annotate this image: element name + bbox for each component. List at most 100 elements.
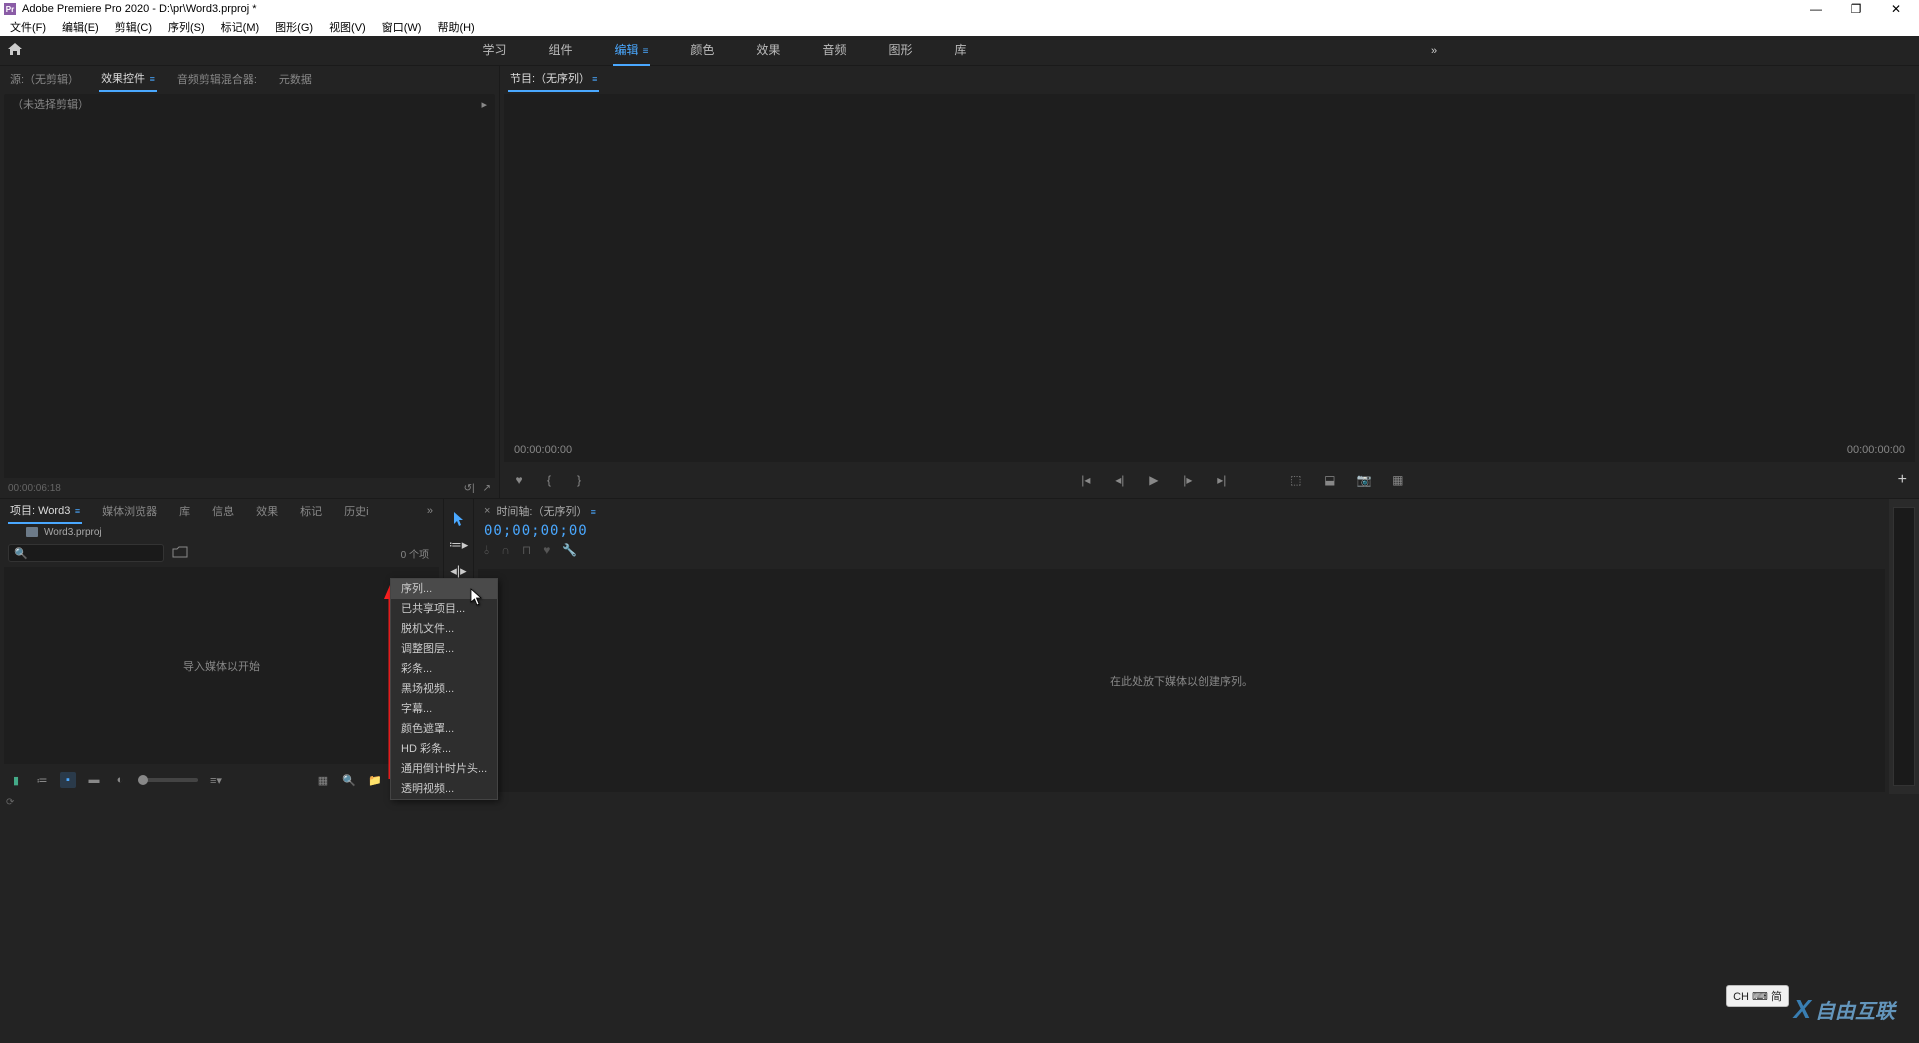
source-panel-tab[interactable]: 源:（无剪辑）: [8, 67, 81, 91]
program-tab[interactable]: 节目:（无序列）≡: [508, 66, 599, 92]
program-monitor[interactable]: 00:00:00:00 00:00:00:00: [504, 94, 1915, 462]
minimize-button[interactable]: —: [1809, 2, 1823, 16]
lift-icon[interactable]: ⬚: [1289, 473, 1303, 487]
workspace-overflow[interactable]: »: [1419, 45, 1449, 57]
ripple-edit-tool-icon[interactable]: ◂|▸: [449, 563, 469, 579]
automate-seq-icon[interactable]: ▦: [315, 774, 331, 787]
home-button[interactable]: [0, 42, 30, 59]
menu-item[interactable]: 编辑(E): [56, 19, 105, 35]
context-menu-item[interactable]: 序列...: [391, 579, 497, 599]
project-panel-tab[interactable]: 效果: [254, 499, 280, 523]
statusbar: ⟳: [0, 794, 1919, 810]
project-panel-tab[interactable]: 历史i: [342, 499, 370, 523]
wrench-icon[interactable]: 🔧: [562, 543, 577, 558]
step-forward-icon[interactable]: |▸: [1181, 473, 1195, 487]
sort-icon[interactable]: ◐: [112, 774, 128, 786]
freeform-view-icon[interactable]: ▪: [60, 772, 76, 788]
selection-tool-icon[interactable]: [449, 511, 469, 527]
export-frame-icon[interactable]: 📷: [1357, 473, 1371, 487]
source-panel-tab[interactable]: 效果控件 ≡: [99, 66, 157, 92]
menubar: 文件(F)编辑(E)剪辑(C)序列(S)标记(M)图形(G)视图(V)窗口(W)…: [0, 18, 1919, 36]
panel-menu-icon[interactable]: ▸: [481, 98, 487, 111]
icon-view-icon[interactable]: ≔: [34, 774, 50, 787]
menu-item[interactable]: 视图(V): [323, 19, 372, 35]
timeline-timecode[interactable]: 00;00;00;00: [484, 523, 1879, 539]
project-panel-tab[interactable]: 库: [177, 499, 192, 523]
workspace-tab[interactable]: 库: [952, 35, 968, 66]
source-panel-tab[interactable]: 音频剪辑混合器:: [175, 67, 259, 91]
search-input[interactable]: 🔍: [8, 544, 164, 562]
folder-icon: [26, 527, 38, 537]
ime-indicator[interactable]: CH ⌨ 简: [1726, 985, 1789, 1007]
maximize-button[interactable]: ❐: [1849, 2, 1863, 16]
project-bin[interactable]: 导入媒体以开始: [4, 567, 439, 764]
menu-item[interactable]: 文件(F): [4, 19, 52, 35]
app-icon: Pr: [4, 3, 16, 15]
snap-icon[interactable]: ⫰: [484, 543, 489, 558]
close-button[interactable]: ✕: [1889, 2, 1903, 16]
bin-toggle-icon[interactable]: [172, 546, 190, 560]
comparison-view-icon[interactable]: ▦: [1391, 473, 1405, 487]
add-button-icon[interactable]: +: [1898, 471, 1907, 489]
source-timecode: 00:00:06:18: [8, 483, 61, 494]
program-time-left: 00:00:00:00: [514, 444, 572, 456]
workspace-tab[interactable]: 图形: [886, 35, 914, 66]
menu-item[interactable]: 图形(G): [269, 19, 319, 35]
window-titlebar: Pr Adobe Premiere Pro 2020 - D:\pr\Word3…: [0, 0, 1919, 18]
project-tabs-overflow[interactable]: »: [425, 501, 435, 521]
project-panel-tab[interactable]: 项目: Word3 ≡: [8, 498, 82, 524]
context-menu-item[interactable]: 已共享项目...: [391, 599, 497, 619]
thumbnail-view-icon[interactable]: ▬: [86, 774, 102, 786]
marker-add-icon[interactable]: ⊓: [522, 543, 531, 558]
context-menu-item[interactable]: 脱机文件...: [391, 619, 497, 639]
workspace-tab[interactable]: 颜色: [688, 35, 716, 66]
context-menu-item[interactable]: 通用倒计时片头...: [391, 759, 497, 779]
sort-menu-icon[interactable]: ≡▾: [208, 774, 224, 787]
settings-icon[interactable]: ♥: [543, 543, 550, 558]
linked-selection-icon[interactable]: ∩: [501, 543, 510, 558]
track-select-tool-icon[interactable]: ≔▸: [449, 537, 469, 553]
loop-icon[interactable]: ↺|: [464, 483, 475, 494]
project-panel-tab[interactable]: 标记: [298, 499, 324, 523]
menu-item[interactable]: 帮助(H): [431, 19, 480, 35]
go-to-out-icon[interactable]: ▸|: [1215, 473, 1229, 487]
context-menu-item[interactable]: 透明视频...: [391, 779, 497, 799]
go-to-in-icon[interactable]: |◂: [1079, 473, 1093, 487]
find-icon[interactable]: 🔍: [341, 774, 357, 787]
zoom-slider[interactable]: [138, 778, 198, 782]
timeline-drop-area[interactable]: 在此处放下媒体以创建序列。: [478, 569, 1885, 792]
export-frame-icon[interactable]: ↗: [483, 483, 491, 494]
menu-item[interactable]: 序列(S): [162, 19, 211, 35]
workspace-tab[interactable]: 效果: [754, 35, 782, 66]
new-bin-icon[interactable]: 📁: [367, 774, 383, 787]
marker-icon[interactable]: ♥: [512, 473, 526, 487]
watermark: X 自由互联: [1794, 994, 1895, 1025]
context-menu-item[interactable]: 彩条...: [391, 659, 497, 679]
context-menu-item[interactable]: 调整图层...: [391, 639, 497, 659]
menu-item[interactable]: 标记(M): [215, 19, 266, 35]
sync-status-icon[interactable]: ⟳: [6, 797, 14, 808]
workspace-tab[interactable]: 学习: [481, 35, 509, 66]
project-panel-tab[interactable]: 媒体浏览器: [100, 499, 159, 523]
play-icon[interactable]: ▶: [1147, 473, 1161, 487]
context-menu-item[interactable]: 字幕...: [391, 699, 497, 719]
out-point-icon[interactable]: }: [572, 473, 586, 487]
meter-bar: [1893, 507, 1915, 786]
workspace-tab[interactable]: 组件: [547, 35, 575, 66]
project-panel-tab[interactable]: 信息: [210, 499, 236, 523]
timeline-tab[interactable]: 时间轴:（无序列） ≡: [496, 503, 595, 519]
menu-item[interactable]: 剪辑(C): [109, 19, 158, 35]
context-menu-item[interactable]: HD 彩条...: [391, 739, 497, 759]
source-panel-tab[interactable]: 元数据: [277, 67, 314, 91]
workspace-tab[interactable]: 编辑≡: [613, 35, 651, 66]
in-point-icon[interactable]: {: [542, 473, 556, 487]
close-tab-icon[interactable]: ×: [484, 505, 490, 517]
context-menu-item[interactable]: 黑场视频...: [391, 679, 497, 699]
list-view-icon[interactable]: ▮: [8, 774, 24, 787]
menu-item[interactable]: 窗口(W): [376, 19, 428, 35]
context-menu-item[interactable]: 颜色遮罩...: [391, 719, 497, 739]
workspace-tab[interactable]: 音频: [820, 35, 848, 66]
extract-icon[interactable]: ⬓: [1323, 473, 1337, 487]
audio-meter[interactable]: [1889, 499, 1919, 794]
step-back-icon[interactable]: ◂|: [1113, 473, 1127, 487]
